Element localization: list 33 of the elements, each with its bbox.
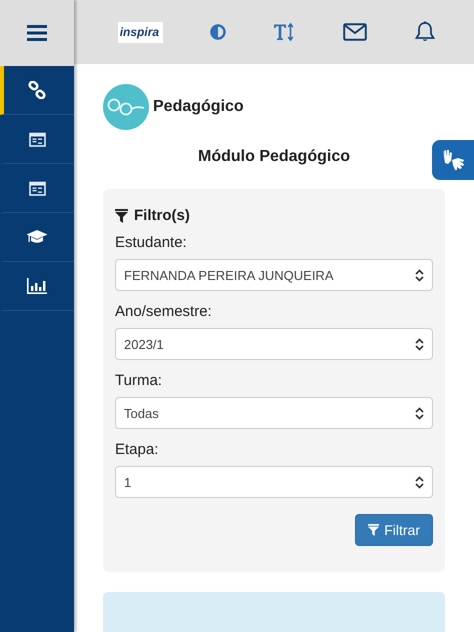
link-icon bbox=[28, 81, 46, 99]
menu-icon[interactable] bbox=[27, 25, 47, 41]
glasses-icon bbox=[103, 84, 149, 130]
filter-heading: Filtro(s) bbox=[134, 207, 190, 224]
chevron-icon bbox=[415, 338, 424, 350]
graduation-cap-icon bbox=[26, 229, 48, 245]
bar-chart-icon bbox=[27, 278, 47, 294]
sidebar-item[interactable] bbox=[0, 66, 74, 115]
text-size-icon[interactable] bbox=[273, 23, 296, 41]
select-field[interactable]: 2023/1 bbox=[115, 328, 433, 360]
select-field[interactable]: 1 bbox=[115, 466, 433, 498]
bell-icon[interactable] bbox=[414, 21, 436, 43]
sign-language-button[interactable] bbox=[432, 140, 474, 180]
chevron-icon bbox=[415, 268, 424, 282]
field-label: Etapa: bbox=[115, 441, 160, 458]
calendar-icon bbox=[28, 132, 46, 146]
field-label: Turma: bbox=[115, 372, 163, 389]
page-title: Módulo Pedagógico bbox=[198, 148, 350, 166]
select-field[interactable]: Todas bbox=[115, 397, 433, 429]
hands-icon bbox=[440, 148, 466, 172]
module-name: Pedagógico bbox=[153, 98, 244, 116]
contrast-icon[interactable] bbox=[210, 24, 226, 40]
chevron-icon bbox=[415, 406, 424, 420]
filter-icon bbox=[115, 208, 128, 222]
field-label: Estudante: bbox=[115, 234, 188, 251]
logo[interactable]: inspira bbox=[118, 22, 163, 42]
filter-button[interactable]: Filtrar bbox=[355, 514, 433, 546]
chevron-icon bbox=[415, 476, 424, 488]
select-field[interactable]: FERNANDA PEREIRA JUNQUEIRA bbox=[115, 259, 433, 291]
field-label: Ano/semestre: bbox=[115, 303, 213, 320]
calendar-icon bbox=[28, 180, 46, 196]
mail-icon[interactable] bbox=[342, 23, 367, 41]
filter-icon bbox=[368, 524, 380, 536]
